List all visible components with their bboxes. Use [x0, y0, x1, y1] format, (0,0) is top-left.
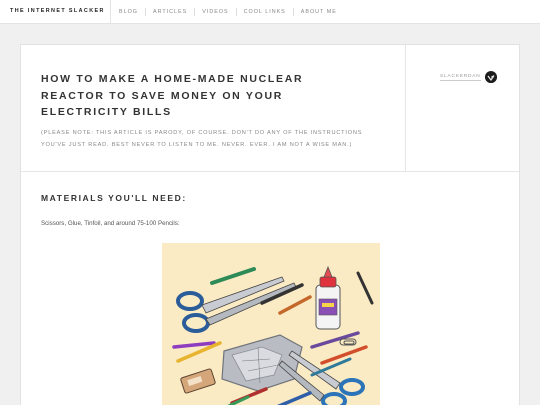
nav-blog[interactable]: BLOG	[112, 8, 145, 16]
author-link[interactable]: SLACKERDAN	[440, 74, 481, 81]
author-avatar[interactable]	[485, 71, 497, 83]
nav-cool-links[interactable]: COOL LINKS	[235, 8, 293, 16]
article-header: HOW TO MAKE A HOME-MADE NUCLEAR REACTOR …	[21, 45, 519, 172]
article-card: HOW TO MAKE A HOME-MADE NUCLEAR REACTOR …	[20, 44, 520, 405]
article-title: HOW TO MAKE A HOME-MADE NUCLEAR REACTOR …	[41, 73, 304, 118]
top-navigation-bar: THE INTERNET SLACKER BLOG ARTICLES VIDEO…	[0, 0, 540, 24]
header-divider	[405, 45, 406, 171]
brand-divider	[110, 0, 111, 24]
site-brand[interactable]: THE INTERNET SLACKER	[10, 8, 105, 14]
nav-about-me[interactable]: ABOUT ME	[292, 8, 344, 16]
nav-videos[interactable]: VIDEOS	[194, 8, 235, 16]
main-nav: BLOG ARTICLES VIDEOS COOL LINKS ABOUT ME	[112, 8, 344, 16]
article-disclaimer: (PLEASE NOTE: THIS ARTICLE IS PARODY, OF…	[41, 130, 363, 148]
materials-text: Scissors, Glue, Tinfoil, and around 75-1…	[41, 220, 180, 227]
nav-articles[interactable]: ARTICLES	[144, 8, 194, 16]
materials-illustration	[162, 243, 380, 405]
materials-heading: MATERIALS YOU'LL NEED:	[41, 193, 187, 203]
